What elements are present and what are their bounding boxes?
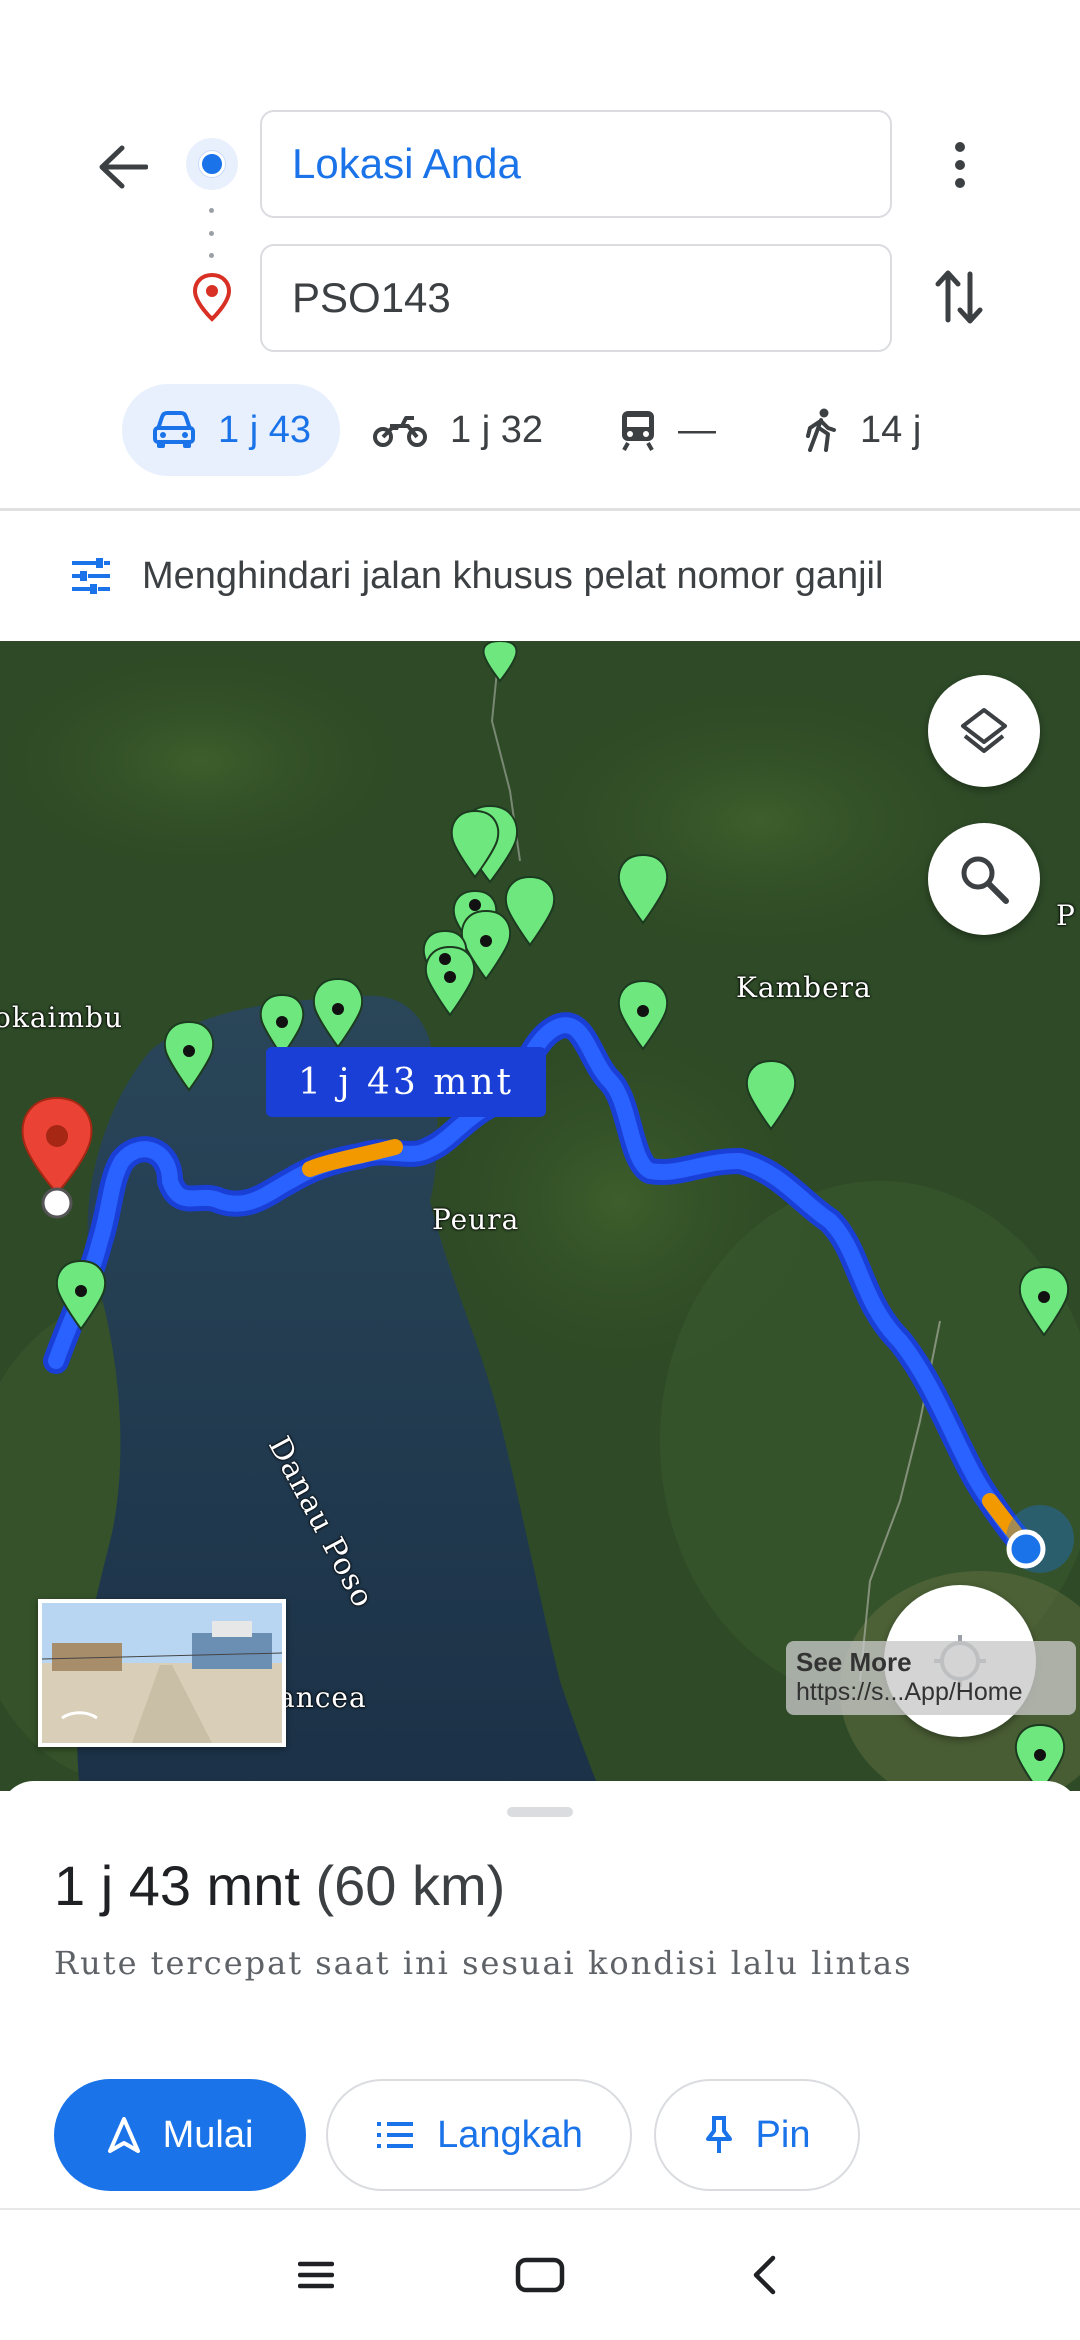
- menu-icon: [298, 2261, 334, 2289]
- origin-field[interactable]: Lokasi Anda: [260, 110, 892, 218]
- start-navigation-button[interactable]: Mulai: [54, 2079, 306, 2191]
- route-duration-badge[interactable]: 1 j 43 mnt: [266, 1047, 546, 1117]
- see-more-title: See More: [796, 1647, 912, 1677]
- destination-field[interactable]: PSO143: [260, 244, 892, 352]
- maps-directions-screen: Lokasi Anda PSO143 1 j 43 1 j 32 — 14 j …: [0, 0, 1080, 2340]
- chevron-left-icon: [753, 2255, 776, 2295]
- steps-button-label: Langkah: [437, 2113, 583, 2156]
- layers-icon: [961, 708, 1007, 753]
- map-label-peura: Peura: [432, 1203, 520, 1236]
- street-view-image: [42, 1603, 282, 1743]
- navigation-arrow-icon: [107, 2117, 140, 2153]
- origin-location-icon: [186, 138, 238, 190]
- car-icon: [153, 411, 195, 448]
- route-options-label: Menghindari jalan khusus pelat nomor gan…: [142, 554, 884, 597]
- pin-button-label: Pin: [755, 2113, 811, 2156]
- home-square-icon: [515, 2257, 565, 2293]
- route-duration: 1 j 43 mnt: [54, 1854, 300, 1917]
- see-more-overlay[interactable]: See More https://s...App/Home: [786, 1641, 1076, 1715]
- travel-mode-tabs: 1 j 43 1 j 32 — 14 j: [0, 384, 1080, 476]
- sheet-drag-handle[interactable]: [507, 1807, 573, 1817]
- map-view[interactable]: okaimbu Kambera Peura Danau Poso ancea P…: [0, 641, 1080, 1791]
- map-label-mokaimbu: okaimbu: [0, 1001, 123, 1034]
- see-more-url: https://s...App/Home: [796, 1678, 1023, 1706]
- walk-icon: [806, 408, 836, 452]
- route-connector-dots: [208, 208, 214, 258]
- map-label-edge: P: [1056, 899, 1076, 932]
- system-back-button[interactable]: [724, 2240, 804, 2310]
- map-label-kambera: Kambera: [736, 971, 872, 1004]
- map-label-pancea: ancea: [278, 1681, 367, 1714]
- swap-button[interactable]: [924, 262, 994, 332]
- back-button[interactable]: [88, 132, 158, 202]
- route-details-sheet[interactable]: 1 j 43 mnt (60 km) Rute tercepat saat in…: [0, 1781, 1080, 2210]
- tab-motorcycle[interactable]: 1 j 32: [372, 384, 543, 476]
- tab-walk[interactable]: 14 j: [804, 384, 921, 476]
- street-view-thumbnail[interactable]: [38, 1599, 286, 1747]
- destination-pin-icon: [192, 272, 232, 322]
- tab-car-label: 1 j 43: [218, 408, 311, 451]
- search-icon: [961, 856, 1009, 904]
- recent-apps-button[interactable]: [276, 2240, 356, 2310]
- pushpin-icon: [705, 2116, 732, 2153]
- home-button[interactable]: [500, 2240, 580, 2310]
- steps-button[interactable]: Langkah: [326, 2079, 632, 2191]
- start-button-label: Mulai: [162, 2113, 254, 2156]
- directions-header: Lokasi Anda PSO143 1 j 43 1 j 32 — 14 j: [0, 0, 1080, 511]
- tab-motorcycle-label: 1 j 32: [450, 408, 543, 451]
- tab-car[interactable]: 1 j 43: [122, 384, 340, 476]
- pin-button[interactable]: Pin: [654, 2079, 860, 2191]
- more-vert-icon: [955, 142, 965, 188]
- route-distance: (60 km): [315, 1854, 506, 1917]
- tune-icon: [72, 558, 110, 594]
- train-icon: [622, 411, 654, 451]
- search-along-route-button[interactable]: [928, 823, 1040, 935]
- route-options-button[interactable]: Menghindari jalan khusus pelat nomor gan…: [0, 511, 1080, 641]
- route-summary: 1 j 43 mnt (60 km): [54, 1853, 505, 1918]
- tab-transit-label: —: [678, 408, 716, 451]
- motorcycle-icon: [373, 416, 427, 447]
- system-navigation-bar: [0, 2210, 1080, 2340]
- route-description: Rute tercepat saat ini sesuai kondisi la…: [54, 1944, 913, 1982]
- layers-button[interactable]: [928, 675, 1040, 787]
- more-options-button[interactable]: [930, 130, 990, 200]
- tab-transit[interactable]: —: [620, 384, 716, 476]
- arrow-back-icon: [99, 145, 148, 189]
- list-icon: [377, 2122, 414, 2148]
- tab-walk-label: 14 j: [860, 408, 922, 451]
- swap-vert-icon: [935, 270, 983, 324]
